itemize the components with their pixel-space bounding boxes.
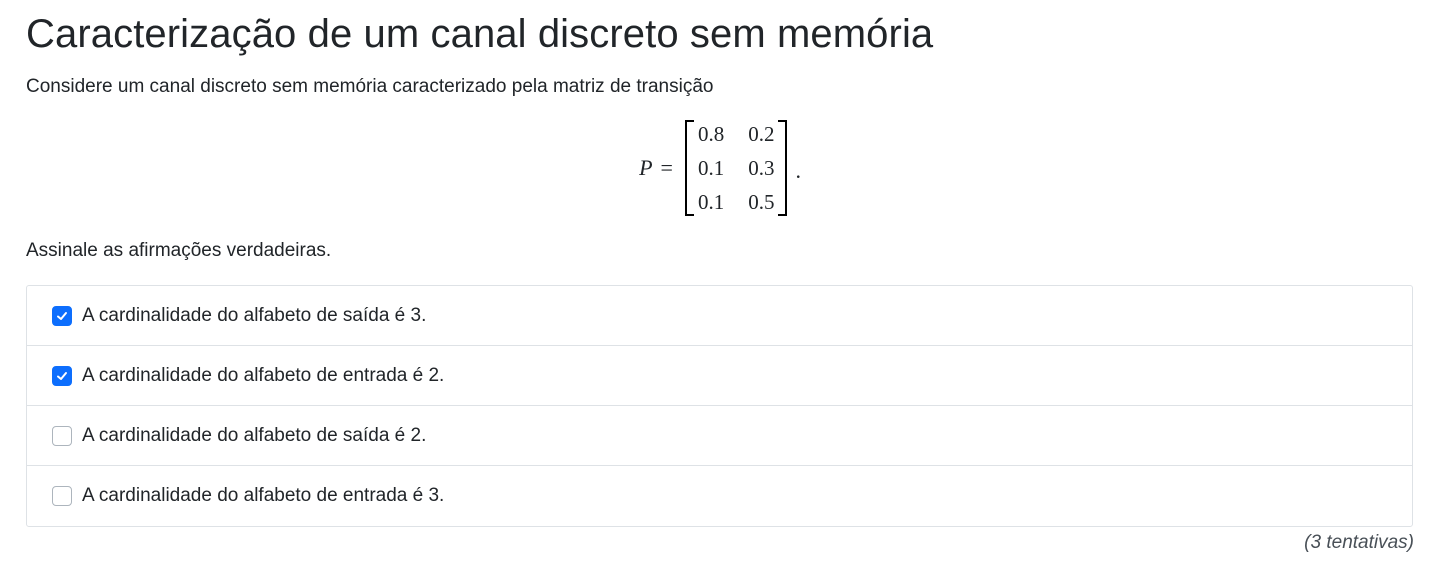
left-bracket: [684, 120, 694, 216]
option-label: A cardinalidade do alfabeto de entrada é…: [82, 485, 445, 506]
right-bracket: [778, 120, 788, 216]
option-label: A cardinalidade do alfabeto de saída é 3…: [82, 304, 427, 326]
matrix-cell: 0.2: [748, 122, 775, 146]
transition-matrix-equation: P = 0.8 0.2 0.1 0.3 0.1 0.5 .: [0, 116, 1440, 220]
option-checkbox[interactable]: [52, 486, 72, 506]
matrix-cell: 0.1: [697, 156, 725, 180]
matrix-grid: 0.8 0.2 0.1 0.3 0.1 0.5: [694, 120, 779, 216]
question-prompt: Assinale as afirmações verdadeiras.: [26, 240, 332, 261]
option-checkbox[interactable]: [52, 365, 72, 386]
options-list: A cardinalidade do alfabeto de saída é 3…: [26, 285, 1413, 527]
option-item[interactable]: A cardinalidade do alfabeto de entrada é…: [27, 346, 1412, 406]
option-label: A cardinalidade do alfabeto de saída é 2…: [82, 424, 427, 446]
matrix-cell: 0.1: [697, 190, 725, 214]
matrix-cell: 0.8: [697, 122, 725, 146]
check-icon: [57, 311, 67, 320]
equals-sign: =: [660, 155, 673, 180]
option-item[interactable]: A cardinalidade do alfabeto de entrada é…: [27, 466, 1412, 526]
matrix-period: .: [795, 158, 801, 183]
question-page: Caracterização de um canal discreto sem …: [0, 0, 1454, 576]
page-title: Caracterização de um canal discreto sem …: [26, 12, 934, 56]
matrix-cell: 0.3: [748, 156, 775, 180]
matrix-variable: P: [639, 155, 653, 180]
option-item[interactable]: A cardinalidade do alfabeto de saída é 2…: [27, 406, 1412, 466]
option-checkbox[interactable]: [52, 305, 72, 326]
check-icon: [57, 371, 67, 380]
matrix-cell: 0.5: [748, 190, 775, 214]
attempts-counter: (3 tentativas): [1304, 532, 1414, 553]
option-label: A cardinalidade do alfabeto de entrada é…: [82, 364, 445, 386]
option-item[interactable]: A cardinalidade do alfabeto de saída é 3…: [27, 286, 1412, 346]
option-checkbox[interactable]: [52, 425, 72, 446]
intro-text: Considere um canal discreto sem memória …: [26, 76, 714, 97]
